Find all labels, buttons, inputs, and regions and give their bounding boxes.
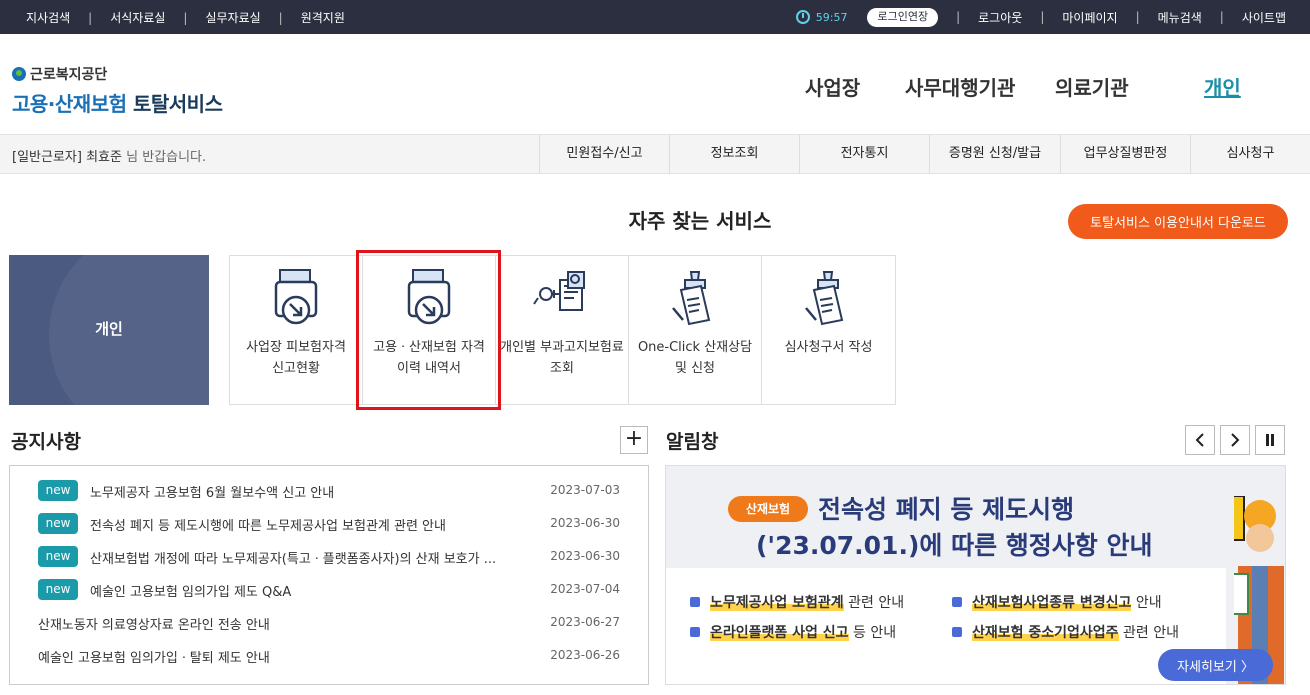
alarm-banner[interactable]: 산재보험 전속성 폐지 등 제도시행 ('23.07.01.)에 따른 행정사항… xyxy=(665,465,1286,685)
utility-links-left: 지사검색 | 서식자료실 | 실무자료실 | 원격지원 xyxy=(26,9,345,26)
notice-list: new 노무제공자 고용보험 6월 월보수액 신고 안내 2023-07-03 ne… xyxy=(9,465,649,685)
submenu-info-lookup[interactable]: 정보조회 xyxy=(669,135,799,173)
alarm-pause-button[interactable] xyxy=(1255,425,1285,455)
submenu-e-notice[interactable]: 전자통지 xyxy=(799,135,929,173)
new-badge: new xyxy=(38,513,78,534)
alarm-headline-1: 전속성 폐지 등 제도시행 xyxy=(818,495,1075,524)
mypage-link[interactable]: 마이페이지 xyxy=(1062,9,1117,26)
alarm-tag: 산재보험 xyxy=(728,496,808,522)
service-one-click-consult[interactable]: One-Click 산재상담 및 신청 xyxy=(629,256,762,404)
new-badge: new xyxy=(38,480,78,501)
nav-medical[interactable]: 의료기관 xyxy=(1055,72,1129,101)
chevron-left-icon xyxy=(1195,433,1204,447)
guide-download-button[interactable]: 토탈서비스 이용안내서 다운로드 xyxy=(1068,204,1288,239)
stamp-document-icon xyxy=(672,271,711,326)
forms-library-link[interactable]: 서식자료실 xyxy=(110,9,165,26)
new-badge: new xyxy=(38,546,78,567)
submenu-civil-petition[interactable]: 민원접수/신고 xyxy=(539,135,669,173)
submenu-appeal[interactable]: 심사청구 xyxy=(1190,135,1310,173)
branch-search-link[interactable]: 지사검색 xyxy=(26,9,70,26)
service-workplace-insured-status[interactable]: 사업장 피보험자격 신고현황 xyxy=(230,256,363,404)
nav-personal[interactable]: 개인 xyxy=(1204,72,1241,101)
menu-search-link[interactable]: 메뉴검색 xyxy=(1158,9,1202,26)
pause-icon xyxy=(1266,434,1274,446)
receipt-search-icon xyxy=(533,271,585,311)
clock-icon xyxy=(795,10,810,24)
submenu-disease-judgment[interactable]: 업무상질병판정 xyxy=(1060,135,1190,173)
nav-agency[interactable]: 사무대행기관 xyxy=(905,72,1015,101)
nav-workplace[interactable]: 사업장 xyxy=(805,72,860,101)
utility-links-right: 59:57 로그인연장 | 로그아웃 | 마이페이지 | 메뉴검색 | 사이트맵 xyxy=(795,7,1286,27)
alarm-item: 온라인플랫폼 사업 신고 등 안내 xyxy=(690,622,896,642)
frequent-services-grid: 사업장 피보험자격 신고현황 고용ㆍ산재보험 자격 이력 내역서 개인별 부과고… xyxy=(229,255,896,405)
alarm-prev-button[interactable] xyxy=(1185,425,1215,455)
remote-support-link[interactable]: 원격지원 xyxy=(301,9,345,26)
printer-document-icon xyxy=(274,269,318,325)
welcome-message: [일반근로자] 최효준 님 반갑습니다. xyxy=(12,150,207,165)
stamp-document-icon xyxy=(805,271,844,326)
alarm-item: 산재보험사업종류 변경신고 안내 xyxy=(952,592,1162,612)
alarm-headline-2: ('23.07.01.)에 따른 행정사항 안내 xyxy=(756,531,1153,560)
login-extend-button[interactable]: 로그인연장 xyxy=(867,7,939,27)
utility-bar: 지사검색 | 서식자료실 | 실무자료실 | 원격지원 59:57 로그인연장 | 로… xyxy=(0,0,1310,34)
chevron-right-icon xyxy=(1231,433,1240,447)
practice-library-link[interactable]: 실무자료실 xyxy=(205,9,260,26)
logout-link[interactable]: 로그아웃 xyxy=(978,9,1022,26)
service-premium-lookup[interactable]: 개인별 부과고지보험료 조회 xyxy=(496,256,629,404)
main-nav: 사업장 사무대행기관 의료기관 개인 xyxy=(0,72,1310,102)
notice-row[interactable]: new 전속성 폐지 등 제도시행에 따른 노무제공사업 보험관계 관련 안내 20… xyxy=(10,507,648,540)
personal-banner: 개인 xyxy=(9,255,209,405)
sub-bar: [일반근로자] 최효준 님 반갑습니다. 민원접수/신고 정보조회 전자통지 증… xyxy=(0,134,1310,174)
alarm-item: 산재보험 중소기업사업주 관련 안내 xyxy=(952,622,1179,642)
alarm-title: 알림창 xyxy=(666,431,719,453)
notice-row[interactable]: new 산재보험법 개정에 따라 노무제공자(특고ㆍ플랫폼종사자)의 산재 보호가… xyxy=(10,540,648,573)
notice-row[interactable]: 예술인 고용보험 임의가입ㆍ탈퇴 제도 안내 2023-06-26 xyxy=(10,639,648,672)
notice-row[interactable]: new 노무제공자 고용보험 6월 월보수액 신고 안내 2023-07-03 xyxy=(10,474,648,507)
new-badge: new xyxy=(38,579,78,600)
notice-more-button[interactable]: + xyxy=(620,426,648,454)
session-timer: 59:57 xyxy=(795,10,847,24)
highlight-box xyxy=(356,250,501,410)
sitemap-link[interactable]: 사이트맵 xyxy=(1242,9,1286,26)
notice-title: 공지사항 xyxy=(11,431,81,453)
alarm-detail-button[interactable]: 자세히보기 〉 xyxy=(1158,649,1273,681)
sub-menu: 민원접수/신고 정보조회 전자통지 증명원 신청/발급 업무상질병판정 심사청구 xyxy=(539,135,1310,173)
service-appeal-form[interactable]: 심사청구서 작성 xyxy=(762,256,895,404)
alarm-item: 노무제공사업 보험관계 관련 안내 xyxy=(690,592,904,612)
notice-row[interactable]: 산재노동자 의료영상자료 온라인 전송 안내 2023-06-27 xyxy=(10,606,648,639)
submenu-certificate[interactable]: 증명원 신청/발급 xyxy=(929,135,1060,173)
alarm-item-list: 노무제공사업 보험관계 관련 안내 산재보험사업종류 변경신고 안내 온라인플랫… xyxy=(666,568,1226,684)
notice-row[interactable]: new 예술인 고용보험 임의가입 제도 Q&A 2023-07-04 xyxy=(10,573,648,606)
alarm-next-button[interactable] xyxy=(1220,425,1250,455)
